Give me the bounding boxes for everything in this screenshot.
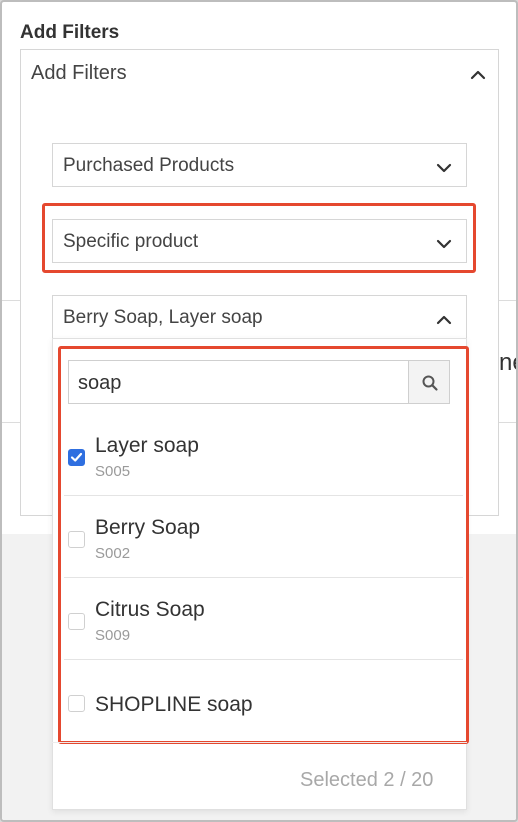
add-filters-select-value: Add Filters bbox=[31, 62, 127, 84]
highlight-box bbox=[58, 346, 469, 744]
filter-dialog: ne Add Filters Add Filters Purchased Pro… bbox=[0, 0, 518, 822]
chevron-down-icon bbox=[436, 163, 452, 173]
background-text: ne bbox=[499, 349, 516, 376]
filters-heading: Add Filters bbox=[20, 22, 120, 43]
add-filters-select[interactable]: Add Filters bbox=[20, 49, 499, 97]
chevron-up-icon bbox=[470, 70, 486, 80]
chevron-up-icon bbox=[436, 315, 452, 325]
selected-count: Selected 2 / 20 bbox=[300, 769, 434, 791]
filter-category-select[interactable]: Purchased Products bbox=[52, 143, 467, 187]
highlight-box bbox=[42, 203, 476, 273]
dropdown-footer-divider bbox=[52, 742, 467, 743]
filter-category-value: Purchased Products bbox=[63, 155, 235, 176]
products-select-value: Berry Soap, Layer soap bbox=[63, 307, 263, 328]
products-select[interactable]: Berry Soap, Layer soap bbox=[52, 295, 467, 339]
